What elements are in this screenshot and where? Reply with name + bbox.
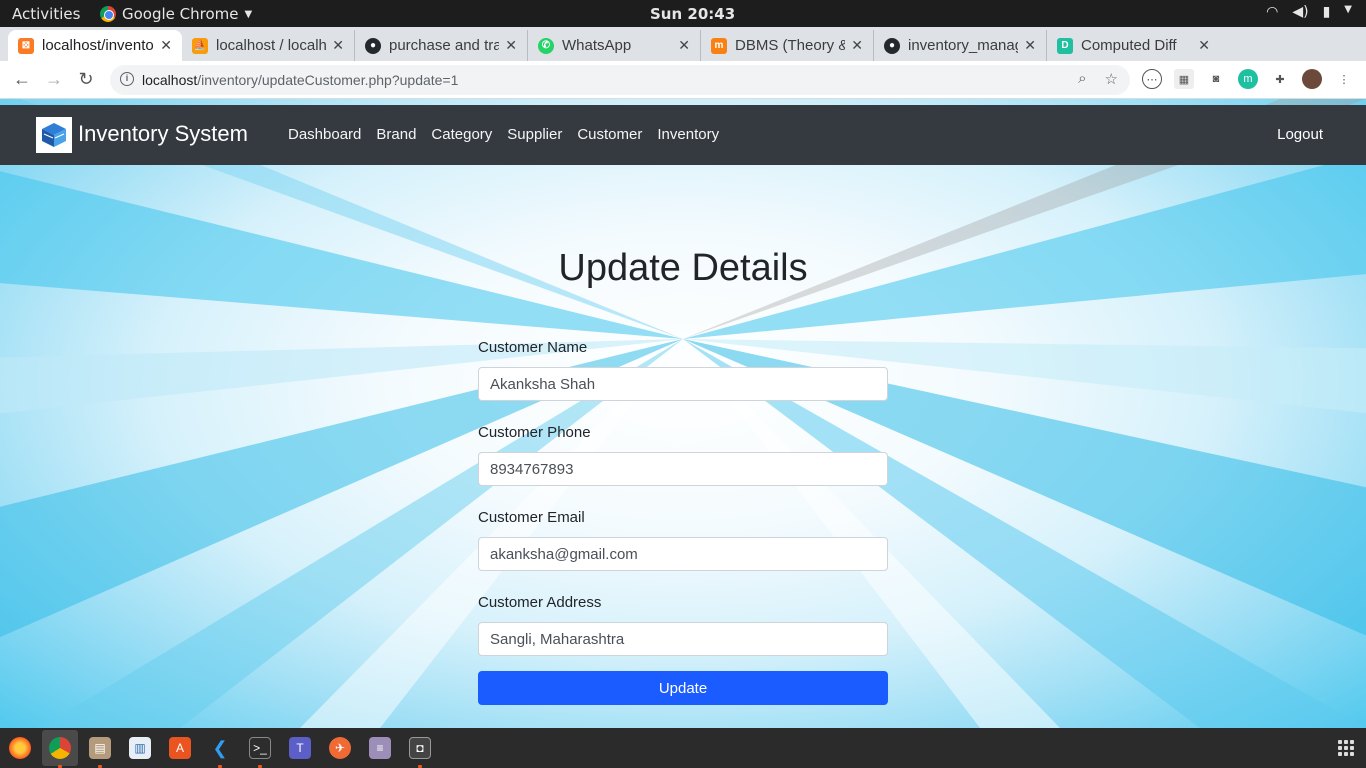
customer-phone-input[interactable] (478, 452, 888, 486)
vscode-icon[interactable]: ❮ (209, 737, 231, 759)
customer-email-label: Customer Email (478, 509, 585, 526)
firefox-icon[interactable] (9, 737, 31, 759)
show-applications-icon[interactable] (1338, 740, 1354, 756)
forward-icon[interactable]: → (43, 69, 65, 90)
menu-down-icon: ▼ (1344, 4, 1352, 15)
document-viewer-icon[interactable]: ▥ (129, 737, 151, 759)
extension-icon[interactable]: ▦ (1174, 69, 1194, 89)
close-icon[interactable]: ✕ (332, 37, 344, 54)
postman-icon[interactable]: ✈ (329, 737, 351, 759)
customer-address-label: Customer Address (478, 594, 602, 611)
ubuntu-dock: ▤ ▥ A ❮ >_ T ✈ ≡ ◘ (0, 728, 1366, 768)
update-button[interactable]: Update (478, 671, 888, 705)
terminal-icon[interactable]: >_ (249, 737, 271, 759)
close-icon[interactable]: ✕ (160, 37, 172, 54)
close-icon[interactable]: ✕ (1198, 37, 1210, 54)
extension-icon[interactable]: ⋯ (1142, 69, 1162, 89)
customer-email-input[interactable] (478, 537, 888, 571)
web-page: Inventory System Dashboard Brand Categor… (0, 99, 1366, 728)
nav-link-customer[interactable]: Customer (577, 126, 642, 143)
xampp-icon: ⊠ (18, 37, 34, 54)
archive-manager-icon[interactable]: ≡ (369, 737, 391, 759)
address-bar[interactable]: i localhost/inventory/updateCustomer.php… (110, 65, 1130, 95)
brand-name[interactable]: Inventory System (78, 121, 248, 147)
nav-link-brand[interactable]: Brand (376, 126, 416, 143)
teams-icon[interactable]: T (289, 737, 311, 759)
diff-icon: D (1057, 37, 1073, 54)
chevron-down-icon: ▼ (244, 8, 253, 20)
tab-computed-diff[interactable]: D Computed Diff ✕ (1047, 30, 1220, 61)
tab-dbms[interactable]: m DBMS (Theory & Lab) ✕ (701, 30, 874, 61)
nav-link-category[interactable]: Category (431, 126, 492, 143)
extensions-area: ⋯ ▦ ◙ m ✚ ⋮ (1142, 69, 1354, 89)
extension-icon[interactable]: ◙ (1206, 69, 1226, 89)
volume-icon: ◀) (1292, 4, 1309, 20)
chrome-icon (100, 6, 116, 22)
browser-toolbar: ← → ↻ i localhost/inventory/updateCustom… (0, 61, 1366, 99)
screenshot-icon[interactable]: ◘ (409, 737, 431, 759)
avatar[interactable] (1302, 69, 1322, 89)
logout-link[interactable]: Logout (1277, 126, 1323, 143)
github-icon: ● (365, 37, 381, 54)
wifi-icon: ◠ (1266, 4, 1279, 20)
nav-links: Dashboard Brand Category Supplier Custom… (288, 126, 734, 143)
tab-label: purchase and transaction (389, 37, 500, 54)
system-tray[interactable]: ◠ ◀) ▮ ▼ (1266, 4, 1352, 20)
site-info-icon[interactable]: i (120, 72, 134, 86)
chrome-icon[interactable] (49, 737, 71, 759)
customer-address-input[interactable] (478, 622, 888, 656)
customer-name-label: Customer Name (478, 339, 588, 356)
software-center-icon[interactable]: A (169, 737, 191, 759)
url-text[interactable]: localhost/inventory/updateCustomer.php?u… (142, 72, 458, 88)
inventory-logo-icon[interactable] (36, 117, 72, 153)
tab-phpmyadmin[interactable]: ⛵ localhost / localhost ✕ (182, 30, 355, 61)
nav-link-inventory[interactable]: Inventory (657, 126, 719, 143)
tab-label: Computed Diff (1081, 37, 1177, 54)
moodle-icon: m (711, 37, 727, 54)
tab-label: DBMS (Theory & Lab) (735, 37, 845, 54)
extension-icon[interactable]: m (1238, 69, 1258, 89)
back-icon[interactable]: ← (11, 69, 33, 90)
whatsapp-icon: ✆ (538, 37, 554, 54)
reload-icon[interactable]: ↻ (75, 69, 97, 90)
tab-localhost-inventory[interactable]: ⊠ localhost/inventory ✕ (8, 30, 182, 61)
close-icon[interactable]: ✕ (1024, 37, 1036, 54)
phpmyadmin-icon: ⛵ (192, 37, 208, 54)
customer-name-input[interactable] (478, 367, 888, 401)
system-top-bar: Activities Google Chrome ▼ Sun 20:43 ◠ ◀… (0, 0, 1366, 27)
app-name: Google Chrome (122, 5, 239, 23)
tab-purchase-transaction[interactable]: ● purchase and transaction ✕ (355, 30, 528, 61)
customer-phone-label: Customer Phone (478, 424, 591, 441)
tab-whatsapp[interactable]: ✆ WhatsApp ✕ (528, 30, 701, 61)
tab-inventory-management[interactable]: ● inventory_management ✕ (874, 30, 1047, 61)
tab-label: WhatsApp (562, 37, 632, 54)
nav-link-supplier[interactable]: Supplier (507, 126, 562, 143)
files-icon[interactable]: ▤ (89, 737, 111, 759)
close-icon[interactable]: ✕ (678, 37, 690, 54)
close-icon[interactable]: ✕ (505, 37, 517, 54)
nav-link-dashboard[interactable]: Dashboard (288, 126, 361, 143)
update-customer-form: Customer Name Customer Phone Customer Em… (478, 339, 888, 705)
puzzle-icon[interactable]: ✚ (1270, 69, 1290, 89)
battery-icon: ▮ (1322, 4, 1331, 20)
tab-label: localhost / localhost (216, 37, 327, 54)
tab-strip: ⊠ localhost/inventory ✕ ⛵ localhost / lo… (0, 27, 1366, 83)
close-icon[interactable]: ✕ (851, 37, 863, 54)
tab-label: inventory_management (908, 37, 1018, 54)
top-navbar: Inventory System Dashboard Brand Categor… (0, 105, 1366, 165)
github-icon: ● (884, 37, 900, 54)
clock[interactable]: Sun 20:43 (650, 5, 735, 23)
zoom-icon[interactable]: ⌕ (1078, 70, 1086, 88)
tab-label: localhost/inventory (42, 37, 155, 54)
activities-button[interactable]: Activities (12, 5, 80, 23)
bookmark-star-icon[interactable]: ☆ (1105, 70, 1118, 88)
kebab-menu-icon[interactable]: ⋮ (1334, 69, 1354, 89)
app-menu[interactable]: Google Chrome ▼ (100, 5, 252, 23)
page-title: Update Details (558, 247, 808, 289)
